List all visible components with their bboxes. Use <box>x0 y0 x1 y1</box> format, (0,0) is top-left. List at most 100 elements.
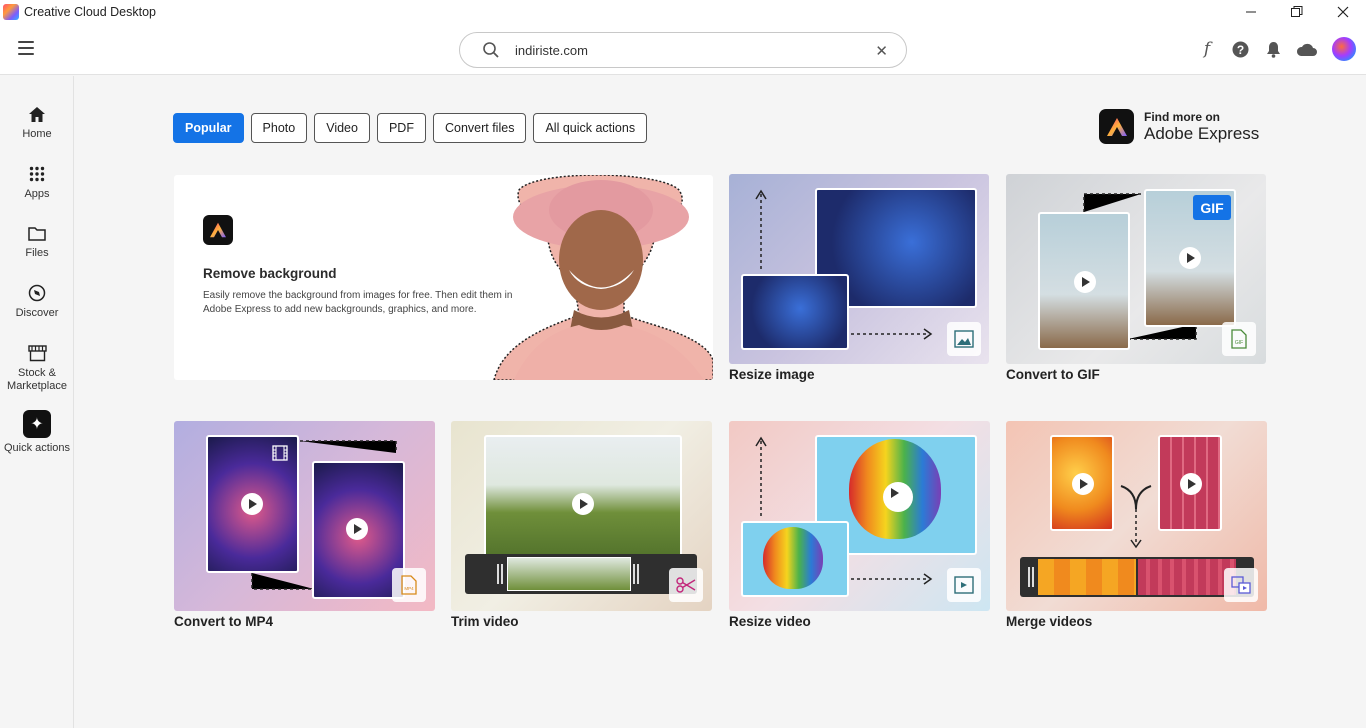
trim-video-card[interactable] <box>451 421 712 611</box>
sparkle-icon: ✦ <box>23 410 51 438</box>
sidebar-item-stock-marketplace[interactable]: Stock & Marketplace <box>0 342 74 393</box>
hamburger-icon <box>18 41 34 43</box>
title-bar: Creative Cloud Desktop <box>0 0 1366 23</box>
cloud-icon[interactable] <box>1294 37 1318 61</box>
sidebar: Home Apps Files Discover Stock & Marketp… <box>0 76 74 728</box>
balloon-small-image <box>741 521 849 597</box>
play-icon <box>346 518 368 540</box>
svg-text:MP4: MP4 <box>404 586 414 591</box>
top-icons: f ? <box>1186 37 1356 61</box>
filter-photo[interactable]: Photo <box>250 113 308 143</box>
top-bar: ✕ f ? <box>0 23 1366 75</box>
resize-image-icon <box>947 322 981 356</box>
sidebar-item-apps[interactable]: Apps <box>0 163 74 200</box>
sidebar-item-label: Stock & Marketplace <box>7 367 67 392</box>
play-icon <box>241 493 263 515</box>
filter-convert-files[interactable]: Convert files <box>432 113 527 143</box>
card-label: Resize image <box>729 367 815 382</box>
merge-videos-icon <box>1224 568 1258 602</box>
filter-pdf[interactable]: PDF <box>376 113 426 143</box>
sidebar-item-label: Discover <box>15 307 59 319</box>
svg-text:?: ? <box>1236 43 1243 57</box>
restore-button[interactable] <box>1274 0 1320 23</box>
play-icon <box>1072 473 1094 495</box>
feature-title: Remove background <box>203 266 337 281</box>
timeline-strip[interactable] <box>1020 557 1254 597</box>
sidebar-item-discover[interactable]: Discover <box>0 282 74 319</box>
express-title: Adobe Express <box>1144 124 1260 143</box>
card-label: Convert to MP4 <box>174 614 274 629</box>
home-icon <box>29 106 45 122</box>
mp4-file-icon: MP4 <box>392 568 426 602</box>
play-icon <box>1179 247 1201 269</box>
search-input[interactable] <box>515 42 855 58</box>
resize-video-card[interactable] <box>729 421 990 611</box>
filter-tabs: Popular Photo Video PDF Convert files Al… <box>173 113 654 143</box>
trim-handle-right[interactable] <box>633 564 639 584</box>
sidebar-item-label: Apps <box>24 188 50 200</box>
search-bar: ✕ <box>459 32 907 68</box>
main-content: Popular Photo Video PDF Convert files Al… <box>75 76 1366 728</box>
card-label: Resize video <box>729 614 811 629</box>
close-button[interactable] <box>1320 0 1366 23</box>
play-icon <box>572 493 594 515</box>
express-caption: Find more on <box>1144 110 1220 124</box>
adobe-express-logo-icon <box>1099 109 1134 144</box>
hamburger-line <box>18 47 34 49</box>
sidebar-item-label: Quick actions <box>3 442 71 454</box>
adobe-express-link[interactable]: Find more on Adobe Express <box>1099 109 1259 144</box>
resize-image-card[interactable] <box>729 174 989 364</box>
gif-file-icon: GIF <box>1222 322 1256 356</box>
sidebar-item-home[interactable]: Home <box>0 103 74 140</box>
convert-to-mp4-card[interactable]: MP4 <box>174 421 435 611</box>
filter-video[interactable]: Video <box>314 113 370 143</box>
frog-small-image <box>741 274 849 350</box>
trim-handle-left[interactable] <box>497 564 503 584</box>
card-label: Trim video <box>451 614 519 629</box>
store-icon <box>27 344 47 361</box>
sidebar-item-files[interactable]: Files <box>0 222 74 259</box>
avatar[interactable] <box>1332 37 1356 61</box>
merge-arrow-icon <box>1120 485 1152 549</box>
sidebar-item-quick-actions[interactable]: ✦ Quick actions <box>0 410 74 454</box>
sidebar-item-label: Home <box>22 128 52 140</box>
play-icon <box>1180 473 1202 495</box>
svg-text:GIF: GIF <box>1235 340 1243 346</box>
trim-selection[interactable] <box>507 557 631 591</box>
filter-all-quick-actions[interactable]: All quick actions <box>533 113 648 143</box>
compass-icon <box>28 284 46 302</box>
minimize-icon <box>1245 11 1256 12</box>
card-label: Merge videos <box>1006 614 1093 629</box>
hamburger-line <box>18 53 34 55</box>
feature-description: Easily remove the background from images… <box>203 290 513 315</box>
scissors-icon <box>669 568 703 602</box>
window-title: Creative Cloud Desktop <box>24 4 157 19</box>
film-strip-icon <box>272 445 288 461</box>
filter-popular[interactable]: Popular <box>173 113 244 143</box>
portrait-cutout-image <box>493 175 713 380</box>
clear-search-icon[interactable]: ✕ <box>875 42 888 60</box>
restore-icon <box>1291 5 1303 17</box>
gif-badge: GIF <box>1193 195 1231 220</box>
card-label: Convert to GIF <box>1006 367 1100 382</box>
fonts-icon[interactable]: f <box>1195 37 1219 61</box>
remove-background-card[interactable]: Remove background Easily remove the back… <box>174 175 713 380</box>
window-controls <box>1228 0 1366 23</box>
apps-grid-icon <box>29 166 45 182</box>
folder-icon <box>28 226 46 241</box>
notifications-bell-icon[interactable] <box>1261 37 1285 61</box>
creative-cloud-logo-icon <box>3 3 19 20</box>
play-icon <box>1074 271 1096 293</box>
search-icon <box>483 42 499 58</box>
convert-to-gif-card[interactable]: GIF GIF <box>1006 174 1266 364</box>
menu-button[interactable] <box>18 41 34 55</box>
play-icon <box>883 482 913 512</box>
sidebar-item-label: Files <box>25 247 49 259</box>
timeline-strip[interactable] <box>465 554 697 594</box>
minimize-button[interactable] <box>1228 0 1274 23</box>
merge-videos-card[interactable] <box>1006 421 1267 611</box>
timeline-handle[interactable] <box>1028 567 1034 587</box>
help-icon[interactable]: ? <box>1228 37 1252 61</box>
resize-video-icon <box>947 568 981 602</box>
close-icon <box>1337 6 1349 17</box>
